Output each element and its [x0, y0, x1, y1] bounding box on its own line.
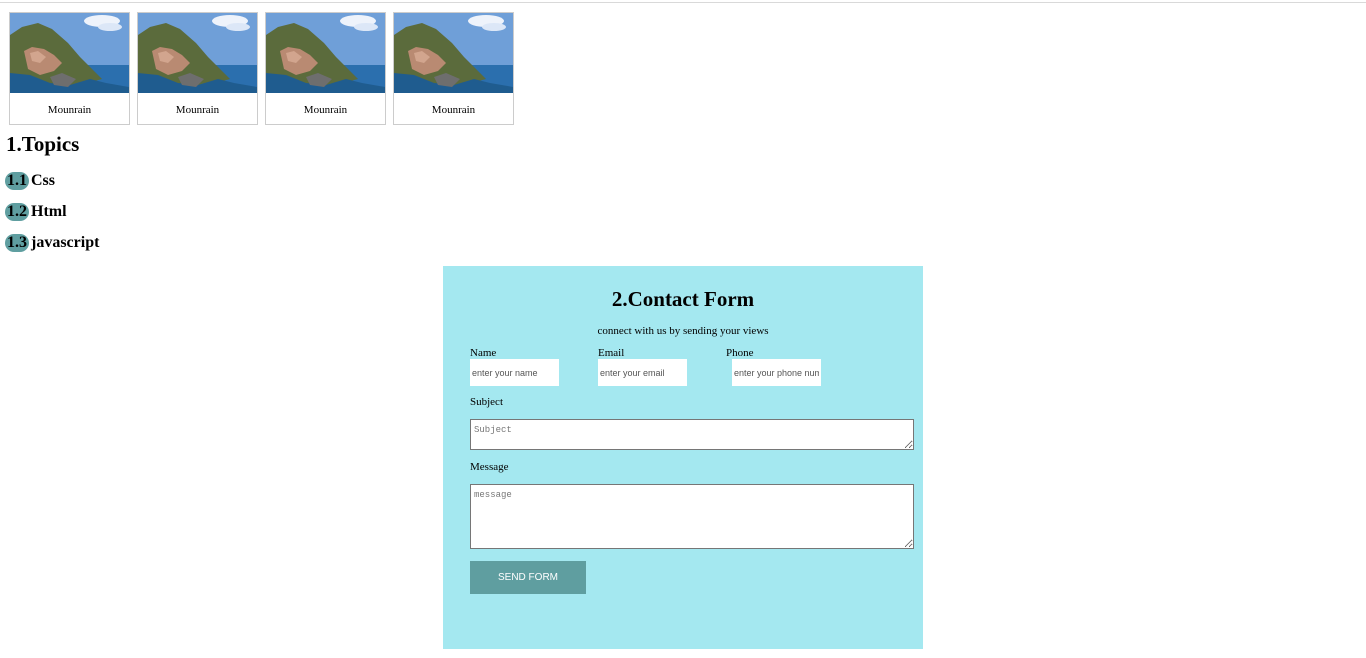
gallery-card: Mounrain	[9, 12, 130, 125]
image-gallery: Mounrain Mounrain Mounrain Mounrain	[9, 12, 514, 125]
message-textarea[interactable]	[470, 484, 914, 549]
send-form-button[interactable]: SEND FORM	[470, 561, 586, 594]
topics-heading: 1.Topics	[6, 132, 80, 156]
contact-form: 2.Contact Form connect with us by sendin…	[443, 266, 923, 649]
topic-item-html: 1.2 Html	[5, 203, 67, 221]
topic-item-css: 1.1 Css	[5, 172, 55, 190]
card-caption: Mounrain	[175, 104, 220, 116]
subject-textarea[interactable]	[470, 419, 914, 450]
landscape-image	[138, 13, 257, 93]
email-label: Email	[598, 347, 625, 359]
card-caption: Mounrain	[303, 104, 348, 116]
topic-label: Html	[31, 203, 67, 220]
top-divider	[0, 2, 1366, 3]
subject-label: Subject	[470, 396, 503, 408]
phone-input[interactable]	[732, 359, 821, 386]
gallery-card: Mounrain	[265, 12, 386, 125]
topic-number-badge: 1.1	[5, 172, 29, 190]
gallery-card: Mounrain	[137, 12, 258, 125]
name-label: Name	[470, 347, 497, 359]
card-caption: Mounrain	[47, 104, 92, 116]
topic-label: Css	[31, 172, 56, 189]
contact-form-subtitle: connect with us by sending your views	[597, 325, 769, 337]
topic-item-javascript: 1.3 javascript	[5, 234, 99, 252]
landscape-image	[10, 13, 129, 93]
card-caption: Mounrain	[431, 104, 476, 116]
landscape-image	[394, 13, 513, 93]
email-input[interactable]	[598, 359, 687, 386]
name-input[interactable]	[470, 359, 559, 386]
phone-label: Phone	[726, 347, 754, 359]
gallery-card: Mounrain	[393, 12, 514, 125]
landscape-image	[266, 13, 385, 93]
topic-label: javascript	[31, 234, 100, 251]
topic-number-badge: 1.3	[5, 234, 29, 252]
message-label: Message	[470, 461, 509, 473]
topic-number-badge: 1.2	[5, 203, 29, 221]
contact-form-title: 2.Contact Form	[611, 287, 755, 311]
